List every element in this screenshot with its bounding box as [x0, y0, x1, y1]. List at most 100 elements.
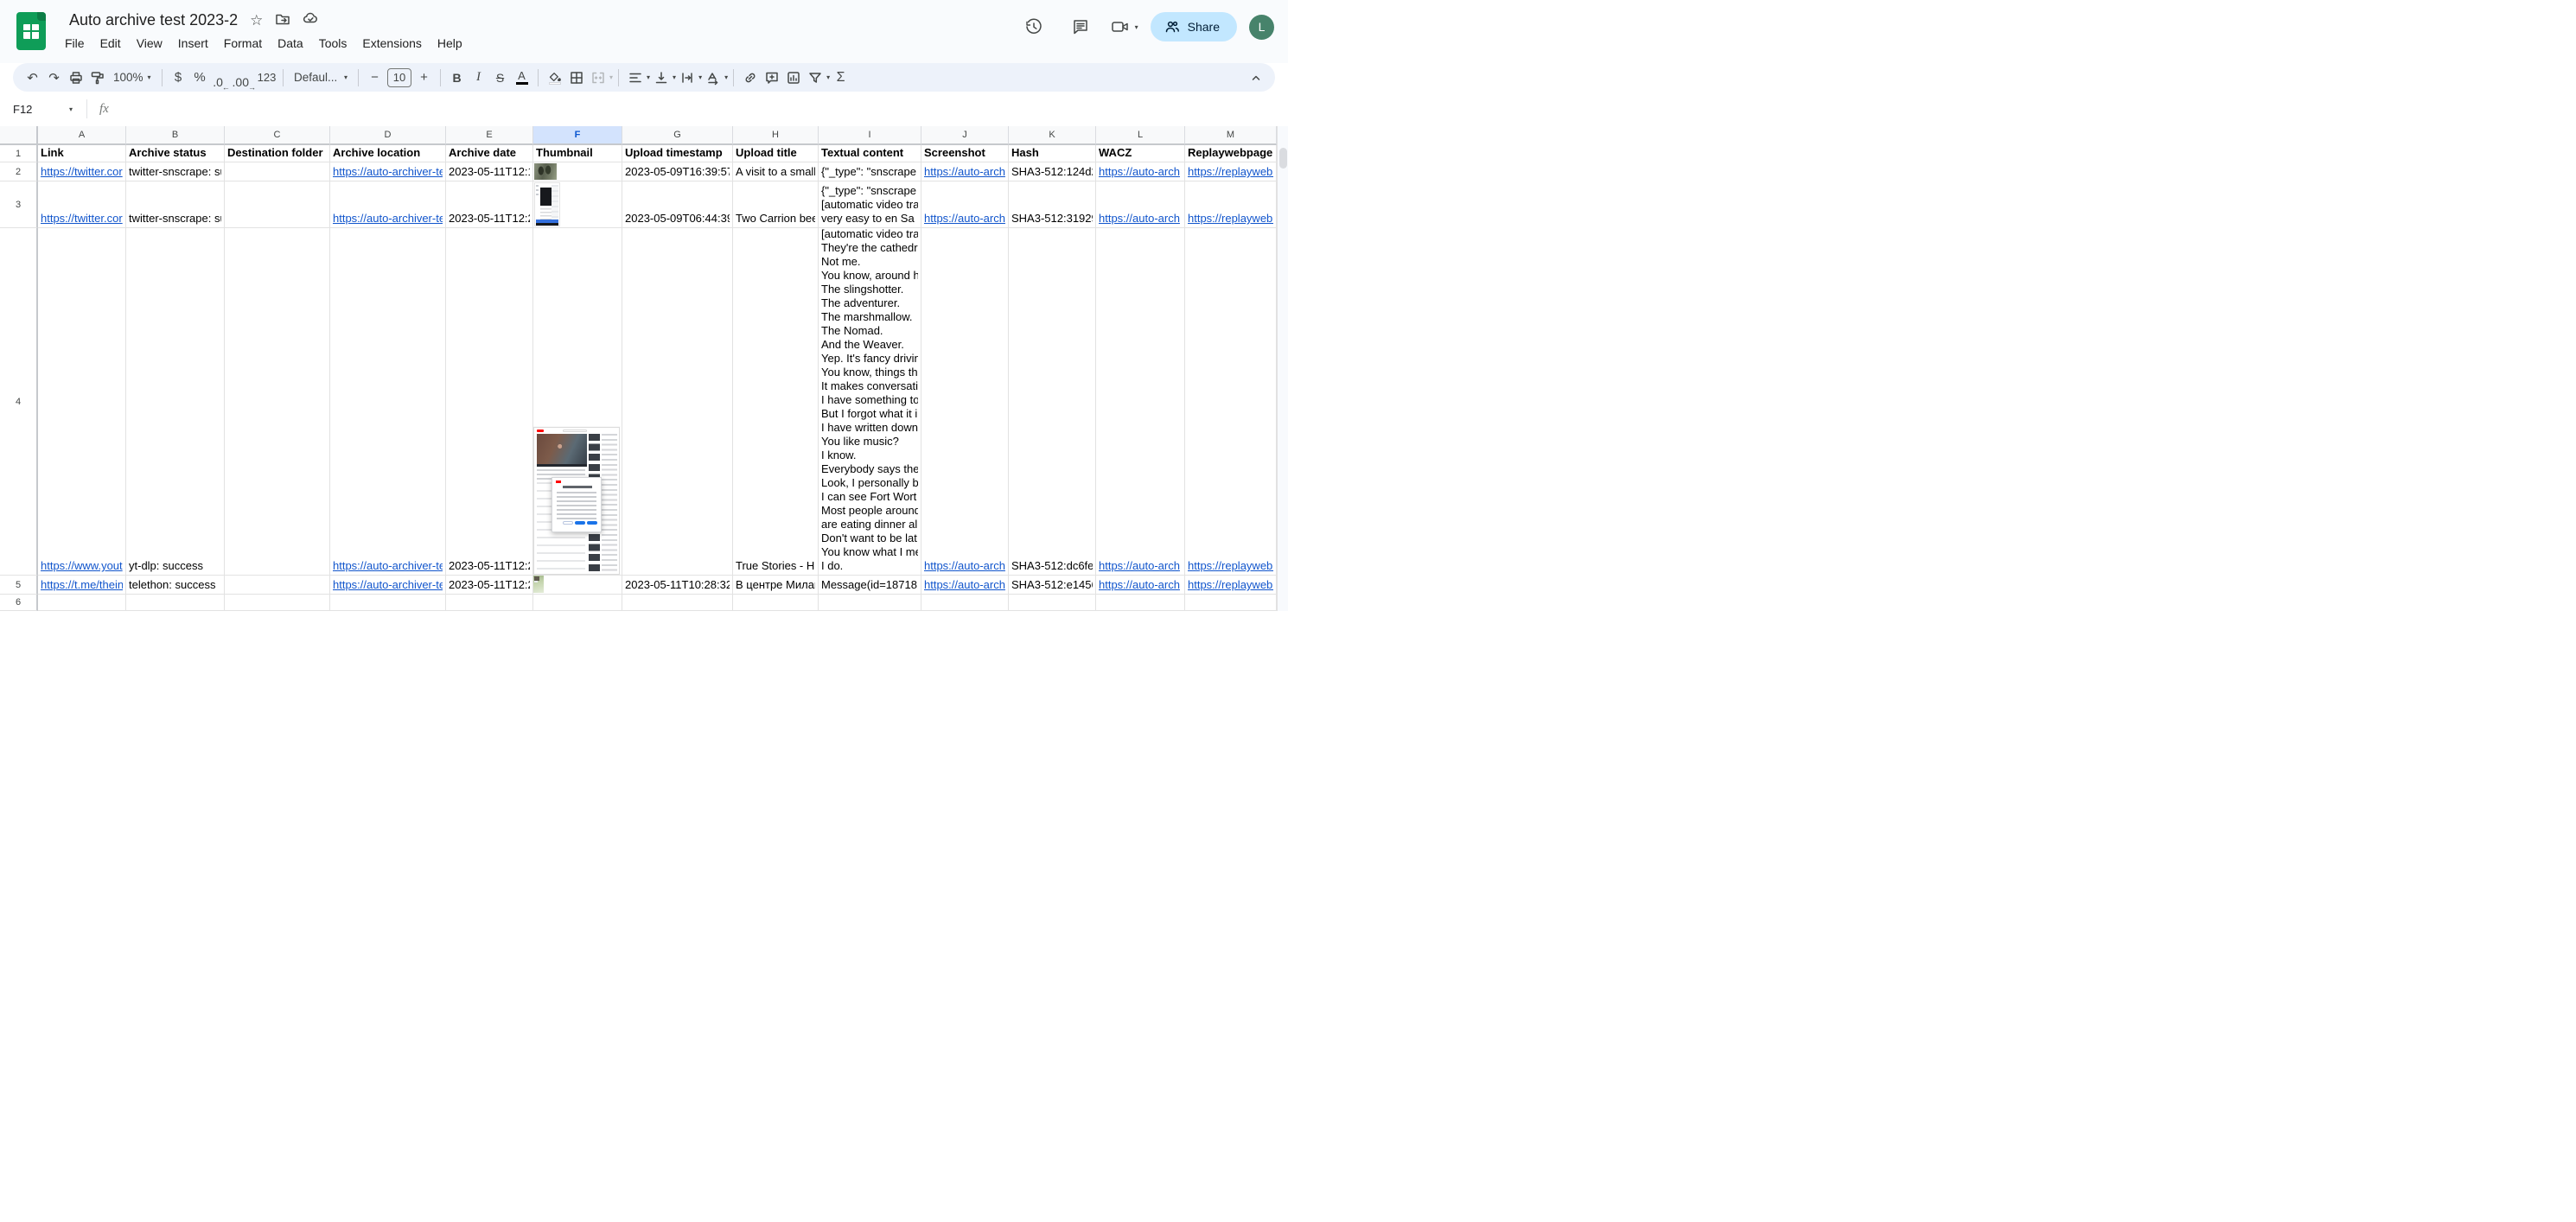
text-color-button[interactable]: A: [511, 67, 532, 89]
cell-J5[interactable]: https://auto-arch: [921, 576, 1009, 595]
cell-F4[interactable]: [533, 228, 622, 576]
cell-C4[interactable]: [225, 228, 330, 576]
text-rotation-button[interactable]: [702, 67, 724, 89]
cell-M3[interactable]: https://replayweb.: [1185, 181, 1277, 228]
increase-decimal-button[interactable]: .00 →: [233, 67, 256, 92]
cell-link[interactable]: https://auto-archiver-te: [333, 578, 443, 592]
row-header-2[interactable]: 2: [0, 162, 38, 181]
horizontal-align-button[interactable]: [624, 67, 646, 89]
column-header-L[interactable]: L: [1096, 126, 1185, 145]
row-header-3[interactable]: 3: [0, 181, 38, 228]
strikethrough-button[interactable]: S: [489, 67, 511, 89]
column-header-B[interactable]: B: [126, 126, 225, 145]
merge-caret-icon[interactable]: ▾: [609, 73, 613, 81]
cell-K1[interactable]: Hash: [1009, 145, 1096, 162]
cell-E4[interactable]: 2023-05-11T12:2: [446, 228, 533, 576]
vertical-align-button[interactable]: [650, 67, 672, 89]
cell-M6[interactable]: [1185, 595, 1277, 611]
cell-link[interactable]: https://auto-archiver-te: [333, 559, 443, 573]
cell-D1[interactable]: Archive location: [330, 145, 446, 162]
column-header-E[interactable]: E: [446, 126, 533, 145]
cell-M4[interactable]: https://replayweb.: [1185, 228, 1277, 576]
scrollbar-thumb-icon[interactable]: [1279, 148, 1287, 169]
cell-link[interactable]: https://www.yout: [41, 559, 123, 573]
text-wrap-button[interactable]: [676, 67, 698, 89]
cell-E6[interactable]: [446, 595, 533, 611]
twitter-page-screenshot-thumbnail[interactable]: [534, 182, 560, 226]
cell-G2[interactable]: 2023-05-09T16:39:57: [622, 162, 733, 181]
row-header-4[interactable]: 4: [0, 228, 38, 576]
cell-I5[interactable]: Message(id=18718: [819, 576, 921, 595]
column-header-C[interactable]: C: [225, 126, 330, 145]
cell-B1[interactable]: Archive status: [126, 145, 225, 162]
column-header-M[interactable]: M: [1185, 126, 1277, 145]
move-to-folder-icon[interactable]: [275, 11, 290, 29]
cell-H4[interactable]: True Stories - Hi: [733, 228, 819, 576]
cell-L6[interactable]: [1096, 595, 1185, 611]
format-currency-button[interactable]: $: [168, 67, 189, 89]
comments-icon[interactable]: [1063, 12, 1098, 41]
cell-E2[interactable]: 2023-05-11T12:1: [446, 162, 533, 181]
cell-B4[interactable]: yt-dlp: success: [126, 228, 225, 576]
insert-comment-button[interactable]: [761, 67, 782, 89]
italic-button[interactable]: I: [468, 67, 489, 89]
star-icon[interactable]: ☆: [250, 13, 263, 28]
cell-A6[interactable]: [38, 595, 126, 611]
sheets-logo-icon[interactable]: [16, 12, 46, 50]
cell-G1[interactable]: Upload timestamp: [622, 145, 733, 162]
borders-button[interactable]: [565, 67, 587, 89]
cell-D4[interactable]: https://auto-archiver-te: [330, 228, 446, 576]
cell-B5[interactable]: telethon: success: [126, 576, 225, 595]
cell-link[interactable]: https://twitter.cor: [41, 212, 123, 226]
cell-link[interactable]: https://auto-arch: [1099, 212, 1182, 226]
seed-pods-photo-thumbnail[interactable]: [534, 163, 557, 180]
row-header-6[interactable]: 6: [0, 595, 38, 611]
version-history-icon[interactable]: [1017, 12, 1051, 41]
cell-F3[interactable]: [533, 181, 622, 228]
cell-link[interactable]: https://twitter.cor: [41, 165, 123, 179]
cell-K3[interactable]: SHA3-512:31929: [1009, 181, 1096, 228]
cell-G5[interactable]: 2023-05-11T10:28:32: [622, 576, 733, 595]
cell-A2[interactable]: https://twitter.cor: [38, 162, 126, 181]
increase-font-size-button[interactable]: +: [413, 67, 435, 89]
menu-help[interactable]: Help: [430, 34, 470, 53]
bold-button[interactable]: B: [446, 67, 468, 89]
cell-M2[interactable]: https://replayweb.: [1185, 162, 1277, 181]
cell-link[interactable]: https://auto-arch: [924, 559, 1005, 573]
insert-link-button[interactable]: [739, 67, 761, 89]
paint-format-button[interactable]: [86, 67, 108, 89]
column-header-J[interactable]: J: [921, 126, 1009, 145]
select-all-corner[interactable]: [0, 126, 38, 145]
formula-input[interactable]: [114, 92, 1288, 126]
cell-A3[interactable]: https://twitter.cor: [38, 181, 126, 228]
telegram-photo-thumbnail[interactable]: [533, 576, 544, 593]
cell-J2[interactable]: https://auto-arch: [921, 162, 1009, 181]
cell-link[interactable]: https://auto-archiver-te: [333, 212, 443, 226]
column-header-I[interactable]: I: [819, 126, 921, 145]
cell-link[interactable]: https://t.me/thein: [41, 578, 123, 592]
cell-link[interactable]: https://auto-archiver-te: [333, 165, 443, 179]
print-button[interactable]: [65, 67, 86, 89]
cell-link[interactable]: https://auto-arch: [1099, 559, 1182, 573]
insert-chart-button[interactable]: [782, 67, 804, 89]
cell-J1[interactable]: Screenshot: [921, 145, 1009, 162]
text-rotation-caret-icon[interactable]: ▾: [724, 73, 728, 81]
menu-format[interactable]: Format: [216, 34, 270, 53]
cell-L1[interactable]: WACZ: [1096, 145, 1185, 162]
cell-K5[interactable]: SHA3-512:e1456: [1009, 576, 1096, 595]
cloud-saved-icon[interactable]: [303, 10, 319, 29]
column-header-D[interactable]: D: [330, 126, 446, 145]
cell-link[interactable]: https://auto-arch: [924, 212, 1005, 226]
document-title[interactable]: Auto archive test 2023-2: [69, 11, 238, 29]
cell-I1[interactable]: Textual content: [819, 145, 921, 162]
cell-link[interactable]: https://auto-arch: [1099, 578, 1182, 592]
cell-I3[interactable]: {"_type": "snscrape [automatic video tra v…: [819, 181, 921, 228]
video-call-button[interactable]: ▾: [1110, 17, 1138, 36]
cell-J3[interactable]: https://auto-arch: [921, 181, 1009, 228]
cell-C5[interactable]: [225, 576, 330, 595]
cell-H3[interactable]: Two Carrion bee: [733, 181, 819, 228]
row-header-5[interactable]: 5: [0, 576, 38, 595]
cell-E3[interactable]: 2023-05-11T12:2: [446, 181, 533, 228]
video-call-caret-icon[interactable]: ▾: [1135, 23, 1138, 31]
cell-link[interactable]: https://replayweb.: [1188, 212, 1273, 226]
